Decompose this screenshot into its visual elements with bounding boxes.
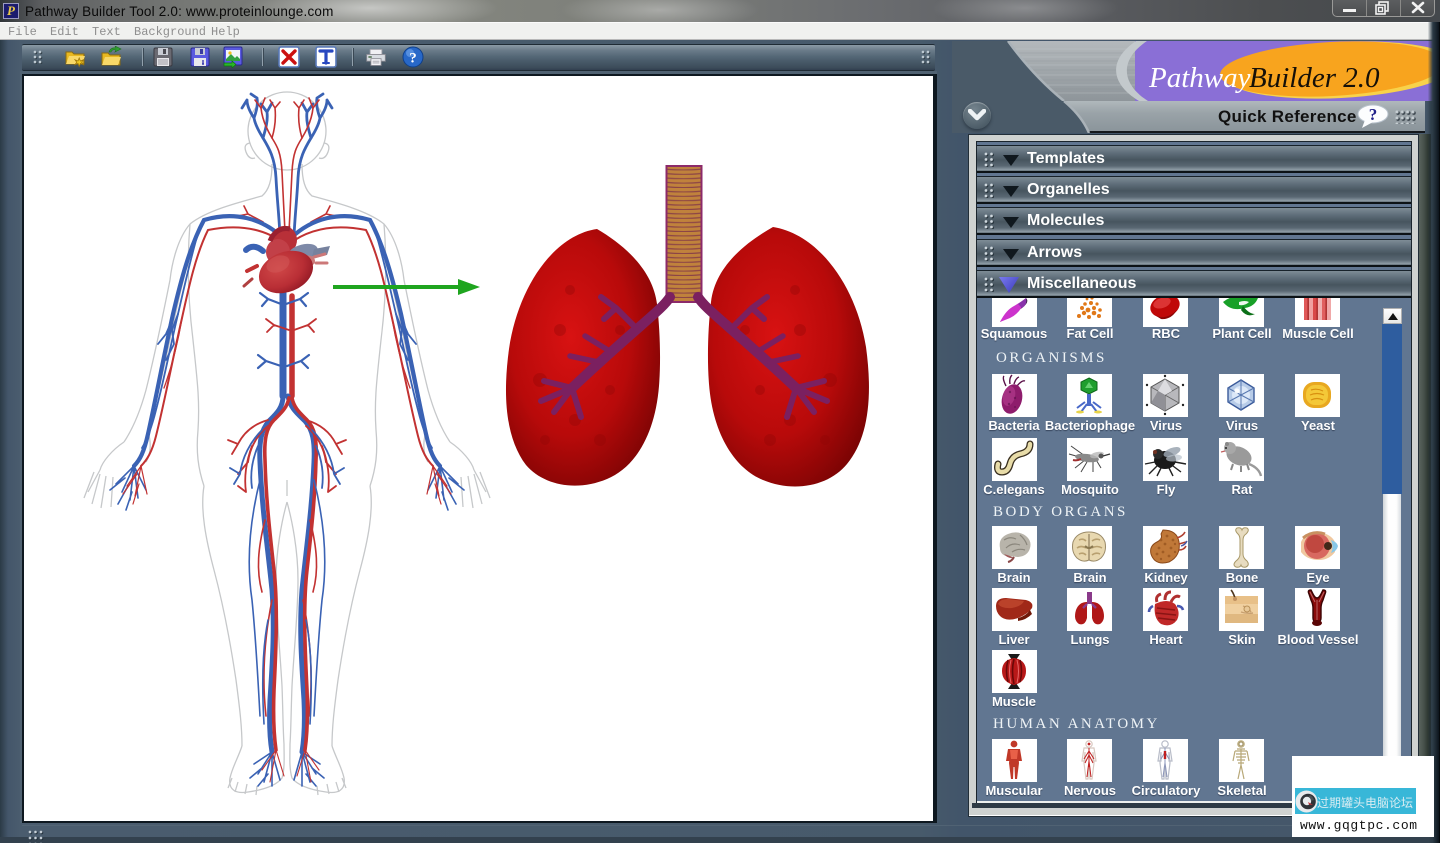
svg-text:Pathway: Pathway: [1148, 62, 1251, 94]
svg-text:?: ?: [409, 51, 417, 67]
svg-text:?: ?: [1369, 105, 1378, 124]
svg-text:Builder 2.0: Builder 2.0: [1249, 62, 1380, 94]
